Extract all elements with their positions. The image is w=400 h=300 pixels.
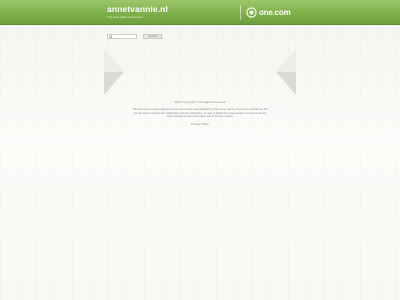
arrow-left-icon[interactable]	[104, 49, 124, 95]
search-icon	[109, 35, 113, 39]
arrow-right-icon[interactable]	[276, 49, 296, 95]
header-divider	[240, 5, 241, 20]
copyright-text: 2016 Copyright © All Rights Reserved	[174, 100, 226, 104]
site-tagline: The web space is reserved	[107, 15, 143, 19]
search-input[interactable]	[107, 34, 137, 39]
footer: 2016 Copyright © All Rights Reserved The…	[130, 100, 270, 126]
brand-link[interactable]: one.com	[246, 6, 291, 18]
search-bar: Search	[107, 34, 162, 39]
search-button[interactable]: Search	[143, 34, 162, 39]
brand-text: one.com	[259, 7, 291, 17]
header-bar: annetvannie.nl The web space is reserved…	[0, 0, 400, 25]
disclaimer-text: The Sponsored Listings displayed above a…	[132, 108, 268, 119]
privacy-policy-link[interactable]: Privacy Policy	[130, 122, 270, 126]
one-com-logo-icon	[246, 6, 257, 18]
page-background	[0, 25, 400, 300]
site-title[interactable]: annetvannie.nl	[107, 4, 168, 14]
